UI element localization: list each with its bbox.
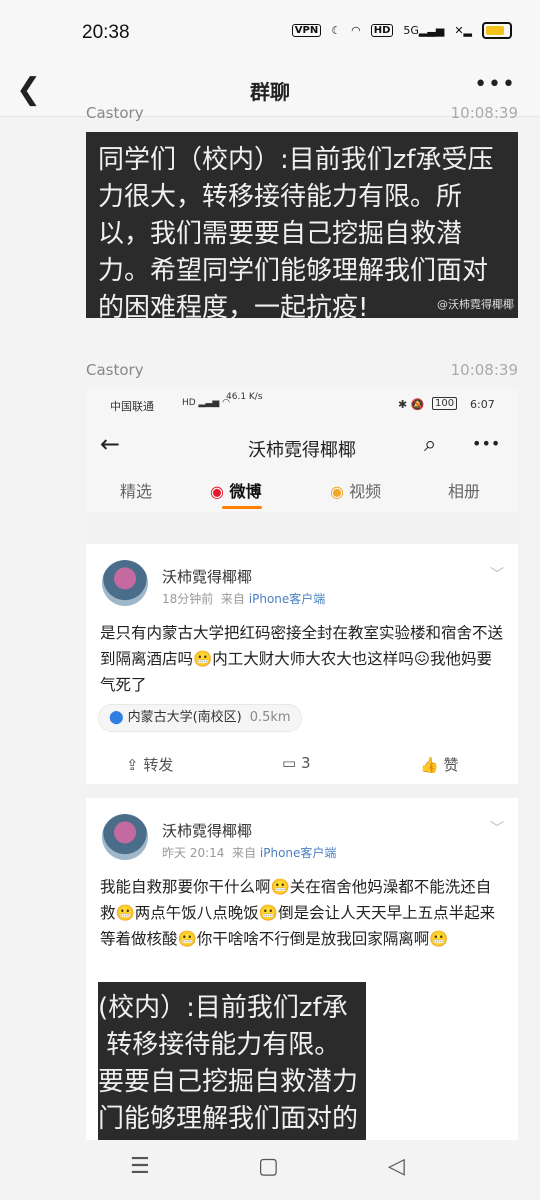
tab-video: ◉ 视频	[330, 482, 382, 501]
status-icons: VPN ☾ ◠ HD 5G▂▃▅ ✕▂	[291, 22, 512, 39]
tab-weibo: ◉ 微博	[210, 482, 262, 501]
location-tag: ⬤ 内蒙古大学(南校区) 0.5km	[98, 704, 302, 732]
moon-icon: ☾	[331, 24, 342, 37]
screenshot-tabs: 精选 ◉ 微博 ◉ 视频 相册	[86, 468, 518, 513]
weibo-logo-icon: ◉	[210, 482, 224, 501]
more-icon: •••	[472, 434, 501, 453]
avatar	[102, 814, 148, 860]
chevron-down-icon: ﹀	[490, 821, 504, 837]
menu-button[interactable]: ☰	[130, 1154, 150, 1179]
divider	[86, 512, 518, 544]
post-meta: 昨天 20:14 来自 iPhone客户端	[162, 846, 337, 860]
screenshot-status-bar: 中国联通 HD ▂▃▅ ◠ 46.1 K/s ✱ 🔕 100 6:07	[86, 388, 518, 424]
page-title: 群聊	[250, 80, 290, 104]
comment-action: ▭ 3	[282, 754, 311, 772]
status-bar: 20:38 VPN ☾ ◠ HD 5G▂▃▅ ✕▂	[0, 0, 540, 66]
post-meta: 18分钟前 来自 iPhone客户端	[162, 592, 326, 606]
image-text: (校内）:目前我们zf承 转移接待能力有限。 要要自己挖掘自救潜力 门能够理解我…	[98, 993, 359, 1134]
post-username: 沃柿霓得椰椰	[162, 822, 253, 840]
battery-icon	[482, 22, 512, 39]
divider	[86, 784, 518, 798]
profile-title: 沃柿霓得椰椰	[248, 440, 356, 461]
tab-album: 相册	[448, 482, 481, 501]
message-time: 10:08:39	[450, 104, 518, 122]
message-sender: Castory	[86, 361, 144, 379]
screenshot-nav: ← 沃柿霓得椰椰 ⌕ •••	[86, 424, 518, 468]
search-icon: ⌕	[424, 432, 437, 457]
image-watermark: @沃柿霓得椰椰	[437, 298, 514, 311]
repost-action: ⇪ 转发	[126, 756, 174, 774]
post-actions: ⇪ 转发 ▭ 3 👍 赞	[86, 744, 518, 784]
signal-off-icon: ✕▂	[454, 24, 472, 37]
home-button[interactable]: ▢	[258, 1154, 279, 1179]
more-button[interactable]: •••	[474, 72, 516, 97]
wifi-icon: ◠	[351, 24, 361, 37]
clock: 20:38	[82, 22, 130, 43]
video-icon: ◉	[330, 482, 344, 501]
hd-icon: HD	[370, 24, 394, 37]
tab-underline	[222, 506, 262, 509]
message-sender: Castory	[86, 104, 144, 122]
location-pin-icon: ⬤	[109, 710, 124, 725]
post-text: 是只有内蒙古大学把红码密接全封在教室实验楼和宿舍不送到隔离酒店吗😬内工大财大师大…	[100, 624, 504, 694]
system-nav-bar: ☰ ▢ ◁	[0, 1140, 540, 1200]
post-image: (校内）:目前我们zf承 转移接待能力有限。 要要自己挖掘自救潜力 门能够理解我…	[98, 982, 366, 1160]
post-username: 沃柿霓得椰椰	[162, 568, 253, 586]
message-screenshot-image[interactable]: 中国联通 HD ▂▃▅ ◠ 46.1 K/s ✱ 🔕 100 6:07 ← 沃柿…	[86, 388, 518, 1160]
back-nav-button[interactable]: ◁	[388, 1154, 405, 1179]
tab-featured: 精选	[120, 482, 153, 501]
avatar	[102, 560, 148, 606]
weibo-post: 沃柿霓得椰椰 18分钟前 来自 iPhone客户端 ﹀ 是只有内蒙古大学把红码密…	[86, 544, 518, 784]
image-text: 同学们（校内）:目前我们zf承受压力很大，转移接待能力有限。所以，我们需要要自己…	[98, 145, 494, 318]
like-action: 👍 赞	[420, 756, 459, 774]
signal-icon: 5G▂▃▅	[403, 24, 445, 37]
chevron-down-icon: ﹀	[490, 567, 504, 583]
vpn-icon: VPN	[291, 24, 322, 37]
message-image[interactable]: 同学们（校内）:目前我们zf承受压力很大，转移接待能力有限。所以，我们需要要自己…	[86, 132, 518, 318]
message-time: 10:08:39	[450, 361, 518, 379]
post-text: 我能自救那要你干什么啊😬关在宿舍他妈澡都不能洗还自救😬两点午饭八点晚饭😬倒是会让…	[100, 878, 496, 948]
